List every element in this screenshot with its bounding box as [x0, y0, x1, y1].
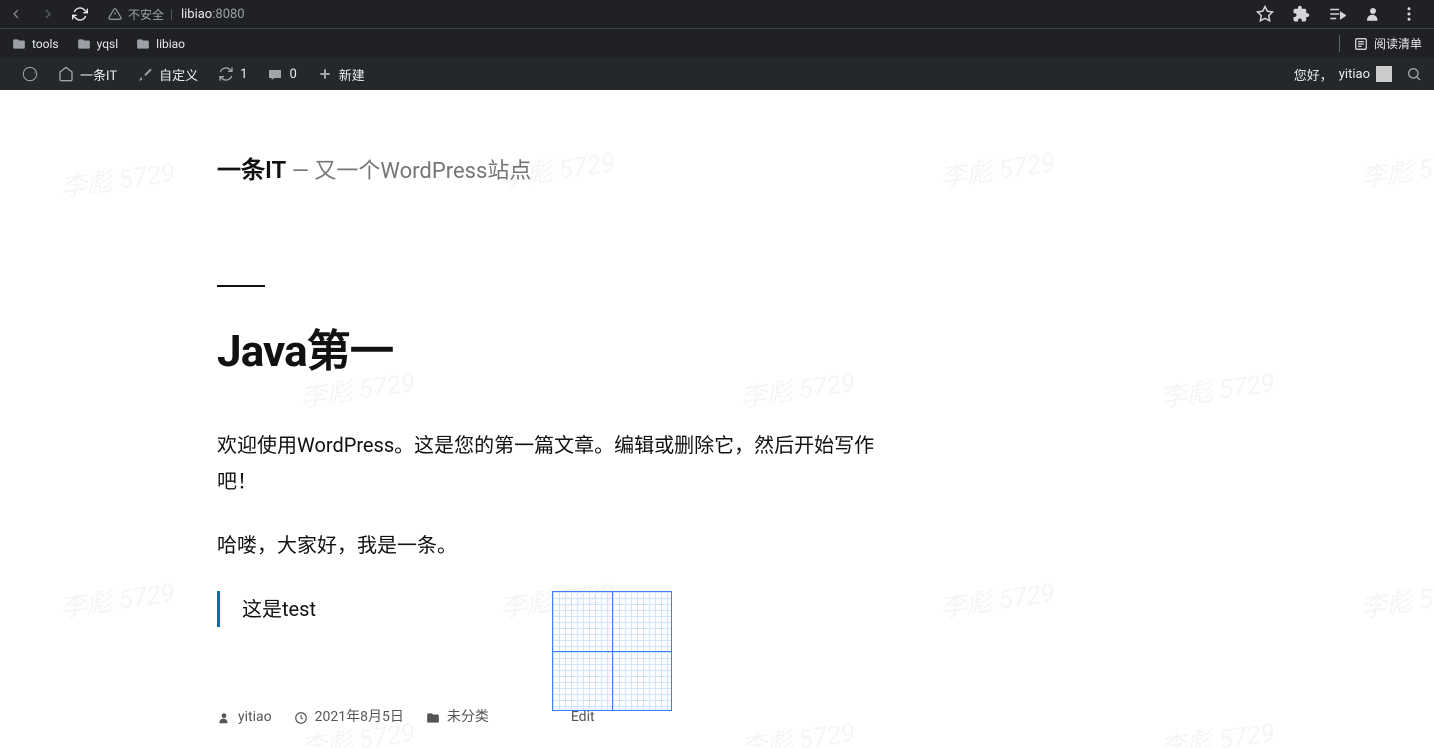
wp-comments-count: 0 — [289, 67, 296, 82]
watermark: 李彪 5729 — [1358, 572, 1434, 625]
site-tagline: 又一个WordPress站点 — [314, 159, 531, 184]
url-text: libiao:8080 — [181, 7, 245, 22]
folder-icon — [77, 37, 91, 51]
nav-arrows — [8, 6, 88, 22]
meta-category-value: 未分类 — [447, 705, 489, 730]
blockquote-text: 这是test — [242, 597, 316, 621]
browser-toolbar: 不安全 | libiao:8080 — [0, 0, 1434, 28]
wp-admin-left: 一条IT 自定义 1 0 新建 — [12, 58, 375, 90]
wp-admin-right: 您好， yitiao — [1284, 58, 1422, 90]
bookmark-label: tools — [32, 37, 59, 51]
url-port: :8080 — [212, 7, 244, 22]
home-icon — [58, 66, 74, 82]
wp-site-name: 一条IT — [80, 65, 117, 84]
wp-page: 一条IT — 又一个WordPress站点 Java第一 欢迎使用WordPre… — [217, 90, 1217, 730]
reading-list-icon — [1354, 37, 1368, 51]
meta-date-value: 2021年8月5日 — [315, 705, 404, 730]
meta-author[interactable]: yitiao — [217, 705, 272, 730]
comment-icon — [267, 66, 283, 82]
site-title[interactable]: 一条IT — [217, 156, 286, 184]
forward-icon[interactable] — [40, 6, 56, 22]
clock-icon — [294, 711, 308, 725]
brush-icon — [137, 66, 153, 82]
wp-new-link[interactable]: 新建 — [307, 58, 375, 90]
warning-icon — [108, 7, 122, 21]
post-title[interactable]: Java第一 — [217, 315, 1217, 379]
address-bar[interactable]: 不安全 | libiao:8080 — [108, 6, 245, 23]
bookmark-libiao[interactable]: libiao — [136, 37, 185, 51]
star-icon[interactable] — [1256, 5, 1274, 23]
wp-admin-bar: 一条IT 自定义 1 0 新建 您好， yitiao — [0, 58, 1434, 90]
bookmark-label: libiao — [156, 37, 185, 51]
browser-actions — [1256, 5, 1426, 23]
watermark: 李彪 5729 — [1358, 142, 1434, 195]
wp-greeting: 您好， — [1294, 65, 1333, 84]
blockquote: 这是test — [217, 591, 547, 627]
wp-new-label: 新建 — [339, 65, 365, 84]
bookmarks-bar: tools yqsl libiao 阅读清单 — [0, 28, 1434, 58]
meta-category[interactable]: 未分类 — [426, 705, 489, 730]
playlist-icon[interactable] — [1328, 5, 1346, 23]
bookmark-label: yqsl — [97, 37, 119, 51]
reading-list-label: 阅读清单 — [1374, 35, 1422, 52]
folder-icon — [426, 711, 440, 725]
bookmark-tools[interactable]: tools — [12, 37, 59, 51]
wp-site-link[interactable]: 一条IT — [48, 58, 127, 90]
post-meta: yitiao 2021年8月5日 未分类 Edit — [217, 705, 1217, 730]
reading-list-button[interactable]: 阅读清单 — [1339, 35, 1422, 52]
profile-icon[interactable] — [1364, 5, 1382, 23]
reload-icon[interactable] — [72, 6, 88, 22]
post-paragraph: 哈喽，大家好，我是一条。 — [217, 527, 897, 563]
grid-placeholder — [552, 591, 672, 711]
watermark: 李彪 5729 — [58, 152, 177, 205]
wp-customize-label: 自定义 — [159, 65, 198, 84]
wordpress-icon — [22, 66, 38, 82]
url-host: libiao — [181, 7, 212, 22]
bookmark-yqsl[interactable]: yqsl — [77, 37, 119, 51]
insecure-label: 不安全 — [128, 6, 164, 23]
post-divider — [217, 285, 265, 287]
insecure-badge: 不安全 | — [108, 6, 173, 23]
post-paragraph: 欢迎使用WordPress。这是您的第一篇文章。编辑或删除它，然后开始写作吧！ — [217, 427, 897, 499]
blockquote-row: 这是test — [217, 591, 1217, 655]
wp-comments-link[interactable]: 0 — [257, 58, 306, 90]
post-content: 欢迎使用WordPress。这是您的第一篇文章。编辑或删除它，然后开始写作吧！ … — [217, 427, 1217, 730]
meta-date[interactable]: 2021年8月5日 — [294, 705, 404, 730]
avatar — [1376, 66, 1392, 82]
watermark: 李彪 5729 — [58, 572, 177, 625]
wp-account-link[interactable]: 您好， yitiao — [1284, 58, 1398, 90]
content-area: 李彪 5729 李彪 5729 李彪 5729 李彪 5729 李彪 5729 … — [0, 90, 1434, 748]
meta-author-value: yitiao — [238, 705, 272, 730]
person-icon — [217, 711, 231, 725]
update-icon — [218, 66, 234, 82]
menu-icon[interactable] — [1400, 5, 1418, 23]
back-icon[interactable] — [8, 6, 24, 22]
folder-icon — [136, 37, 150, 51]
wp-logo-button[interactable] — [12, 58, 48, 90]
wp-username: yitiao — [1339, 67, 1370, 82]
folder-icon — [12, 37, 26, 51]
site-tagline-sep: — — [286, 159, 314, 184]
wp-customize-link[interactable]: 自定义 — [127, 58, 208, 90]
wp-updates-link[interactable]: 1 — [208, 58, 257, 90]
search-icon[interactable] — [1406, 66, 1422, 82]
wp-updates-count: 1 — [240, 67, 247, 82]
extensions-icon[interactable] — [1292, 5, 1310, 23]
site-header: 一条IT — 又一个WordPress站点 — [217, 150, 1217, 185]
plus-icon — [317, 66, 333, 82]
